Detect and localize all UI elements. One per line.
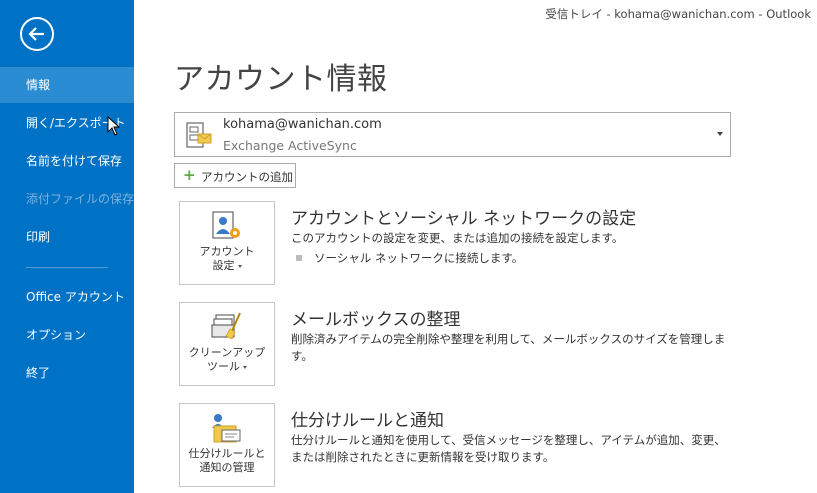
tile-label-line1: 仕分けルールと (188, 447, 266, 460)
cleanup-tools-icon (211, 312, 241, 340)
caret-down-icon (237, 264, 242, 268)
mouse-cursor-icon (107, 116, 121, 136)
plus-icon: + (183, 166, 196, 184)
cleanup-tools-button[interactable]: クリーンアップ ツール (179, 302, 275, 386)
section-desc-cleanup: 削除済みアイテムの完全削除や整理を利用して、メールボックスのサイズを管理します。 (291, 332, 726, 363)
add-account-label: アカウントの追加 (201, 170, 293, 184)
section-desc-account-settings: このアカウントの設定を変更、または追加の接続を設定します。 (291, 231, 624, 245)
chevron-down-icon[interactable] (717, 132, 723, 136)
bullet-text: ソーシャル ネットワークに接続します。 (314, 251, 524, 265)
page-title: アカウント情報 (174, 62, 388, 97)
sidebar-item-info[interactable]: 情報 (0, 67, 134, 103)
add-account-button[interactable]: + アカウントの追加 (174, 163, 296, 188)
window-title: 受信トレイ - kohama@wanichan.com - Outlook (545, 7, 811, 21)
section-title-cleanup: メールボックスの整理 (291, 310, 461, 330)
bullet-icon (296, 254, 302, 261)
rules-alerts-icon (212, 414, 241, 443)
account-settings-icon (212, 211, 240, 239)
tile-label-line2: 通知の管理 (199, 461, 255, 474)
sidebar-item-options[interactable]: オプション (0, 317, 134, 353)
sidebar-item-exit[interactable]: 終了 (0, 355, 134, 391)
account-email: kohama@wanichan.com (223, 117, 382, 132)
sidebar-divider (26, 267, 108, 268)
rules-alerts-button[interactable]: 仕分けルールと 通知の管理 (179, 403, 275, 487)
back-button[interactable] (20, 17, 54, 51)
account-mailbox-icon (186, 122, 212, 148)
account-settings-button[interactable]: アカウント 設定 (179, 201, 275, 285)
caret-down-icon (243, 365, 247, 369)
tile-label-line2: 設定 (212, 259, 235, 272)
sidebar-item-office-account[interactable]: Office アカウント (0, 279, 134, 315)
sidebar-item-save-as[interactable]: 名前を付けて保存 (0, 143, 134, 179)
sidebar-item-save-attachments: 添付ファイルの保存 (26, 192, 135, 206)
back-arrow-icon (28, 27, 44, 41)
section-title-account-settings: アカウントとソーシャル ネットワークの設定 (291, 209, 637, 229)
social-network-bullet: ソーシャル ネットワークに接続します。 (296, 250, 523, 266)
account-selector[interactable]: kohama@wanichan.com Exchange ActiveSync (174, 112, 731, 157)
section-title-rules: 仕分けルールと通知 (291, 411, 444, 431)
tile-label-line2: ツール (207, 360, 240, 373)
backstage-sidebar: 情報 開く/エクスポート 名前を付けて保存 添付ファイルの保存 印刷 Offic… (0, 0, 134, 493)
sidebar-item-print[interactable]: 印刷 (0, 219, 134, 255)
tile-label-line1: クリーンアップ (188, 346, 266, 359)
account-type: Exchange ActiveSync (223, 138, 357, 153)
tile-label-line1: アカウント (199, 245, 255, 258)
section-desc-rules: 仕分けルールと通知を使用して、受信メッセージを整理し、アイテムが追加、変更、また… (291, 433, 726, 464)
